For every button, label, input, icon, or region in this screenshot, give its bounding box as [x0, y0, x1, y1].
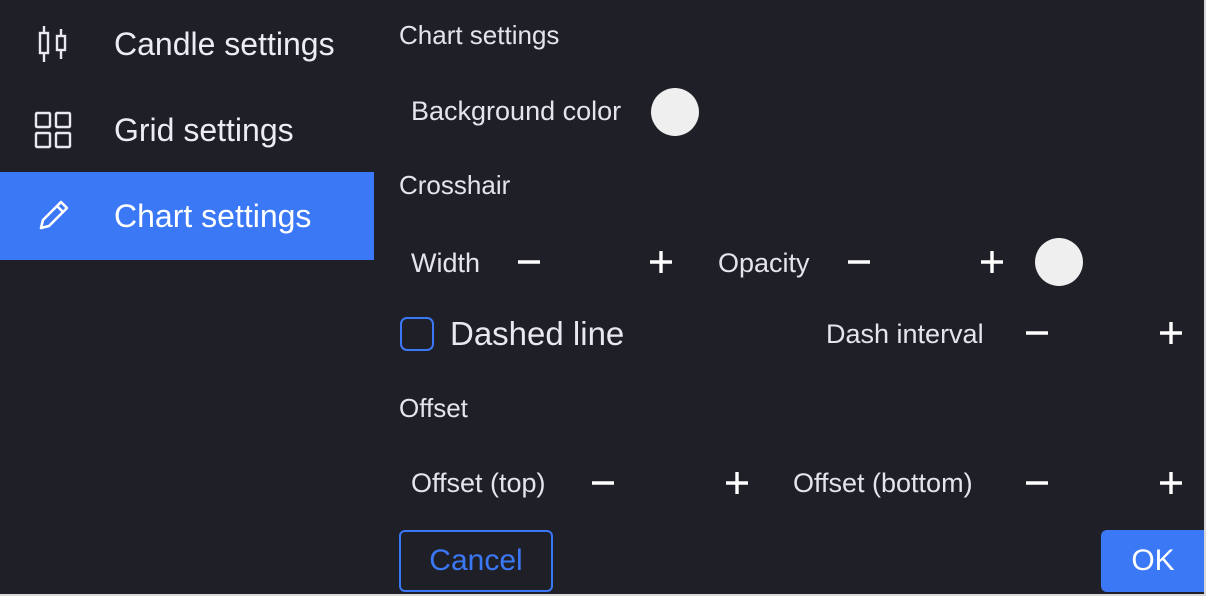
- offset-bottom-increase-button[interactable]: [1151, 463, 1191, 503]
- minus-icon: [1026, 481, 1048, 485]
- ok-button[interactable]: OK: [1101, 530, 1204, 592]
- sidebar-item-label: Chart settings: [114, 197, 312, 234]
- offset-bottom-label: Offset (bottom): [793, 468, 973, 498]
- page-title: Chart settings: [399, 20, 560, 50]
- opacity-decrease-button[interactable]: [839, 242, 879, 282]
- dash-interval-decrease-button[interactable]: [1017, 313, 1057, 353]
- sidebar-item-candle-settings[interactable]: Candle settings: [0, 0, 374, 88]
- plus-icon: [1160, 472, 1182, 494]
- candlestick-icon: [33, 24, 73, 64]
- dash-interval-increase-button[interactable]: [1151, 313, 1191, 353]
- sidebar-item-label: Grid settings: [114, 111, 294, 148]
- sidebar-item-chart-settings[interactable]: Chart settings: [0, 172, 374, 260]
- crosshair-section-title: Crosshair: [399, 170, 511, 200]
- minus-icon: [848, 260, 870, 264]
- plus-icon: [1160, 322, 1182, 344]
- minus-icon: [592, 481, 614, 485]
- offset-top-increase-button[interactable]: [717, 463, 757, 503]
- width-decrease-button[interactable]: [509, 242, 549, 282]
- offset-section-title: Offset: [399, 393, 468, 423]
- dashed-line-checkbox[interactable]: [400, 317, 434, 351]
- background-color-label: Background color: [411, 96, 622, 126]
- opacity-increase-button[interactable]: [972, 242, 1012, 282]
- minus-icon: [1026, 331, 1048, 335]
- pencil-icon: [33, 196, 73, 236]
- sidebar-item-label: Candle settings: [114, 25, 335, 62]
- plus-icon: [726, 472, 748, 494]
- width-increase-button[interactable]: [641, 242, 681, 282]
- minus-icon: [518, 260, 540, 264]
- sidebar-item-grid-settings[interactable]: Grid settings: [0, 86, 374, 174]
- background-color-swatch[interactable]: [651, 88, 699, 136]
- settings-dialog: Candle settings Grid settings Chart sett…: [0, 0, 1206, 596]
- width-label: Width: [411, 248, 481, 278]
- offset-top-decrease-button[interactable]: [583, 463, 623, 503]
- plus-icon: [650, 251, 672, 273]
- offset-bottom-decrease-button[interactable]: [1017, 463, 1057, 503]
- grid-icon: [33, 110, 73, 150]
- cancel-button[interactable]: Cancel: [399, 530, 553, 592]
- dash-interval-label: Dash interval: [826, 319, 984, 349]
- offset-top-label: Offset (top): [411, 468, 546, 498]
- crosshair-color-swatch[interactable]: [1035, 238, 1083, 286]
- opacity-label: Opacity: [718, 248, 810, 278]
- dashed-line-label: Dashed line: [450, 315, 625, 352]
- plus-icon: [981, 251, 1003, 273]
